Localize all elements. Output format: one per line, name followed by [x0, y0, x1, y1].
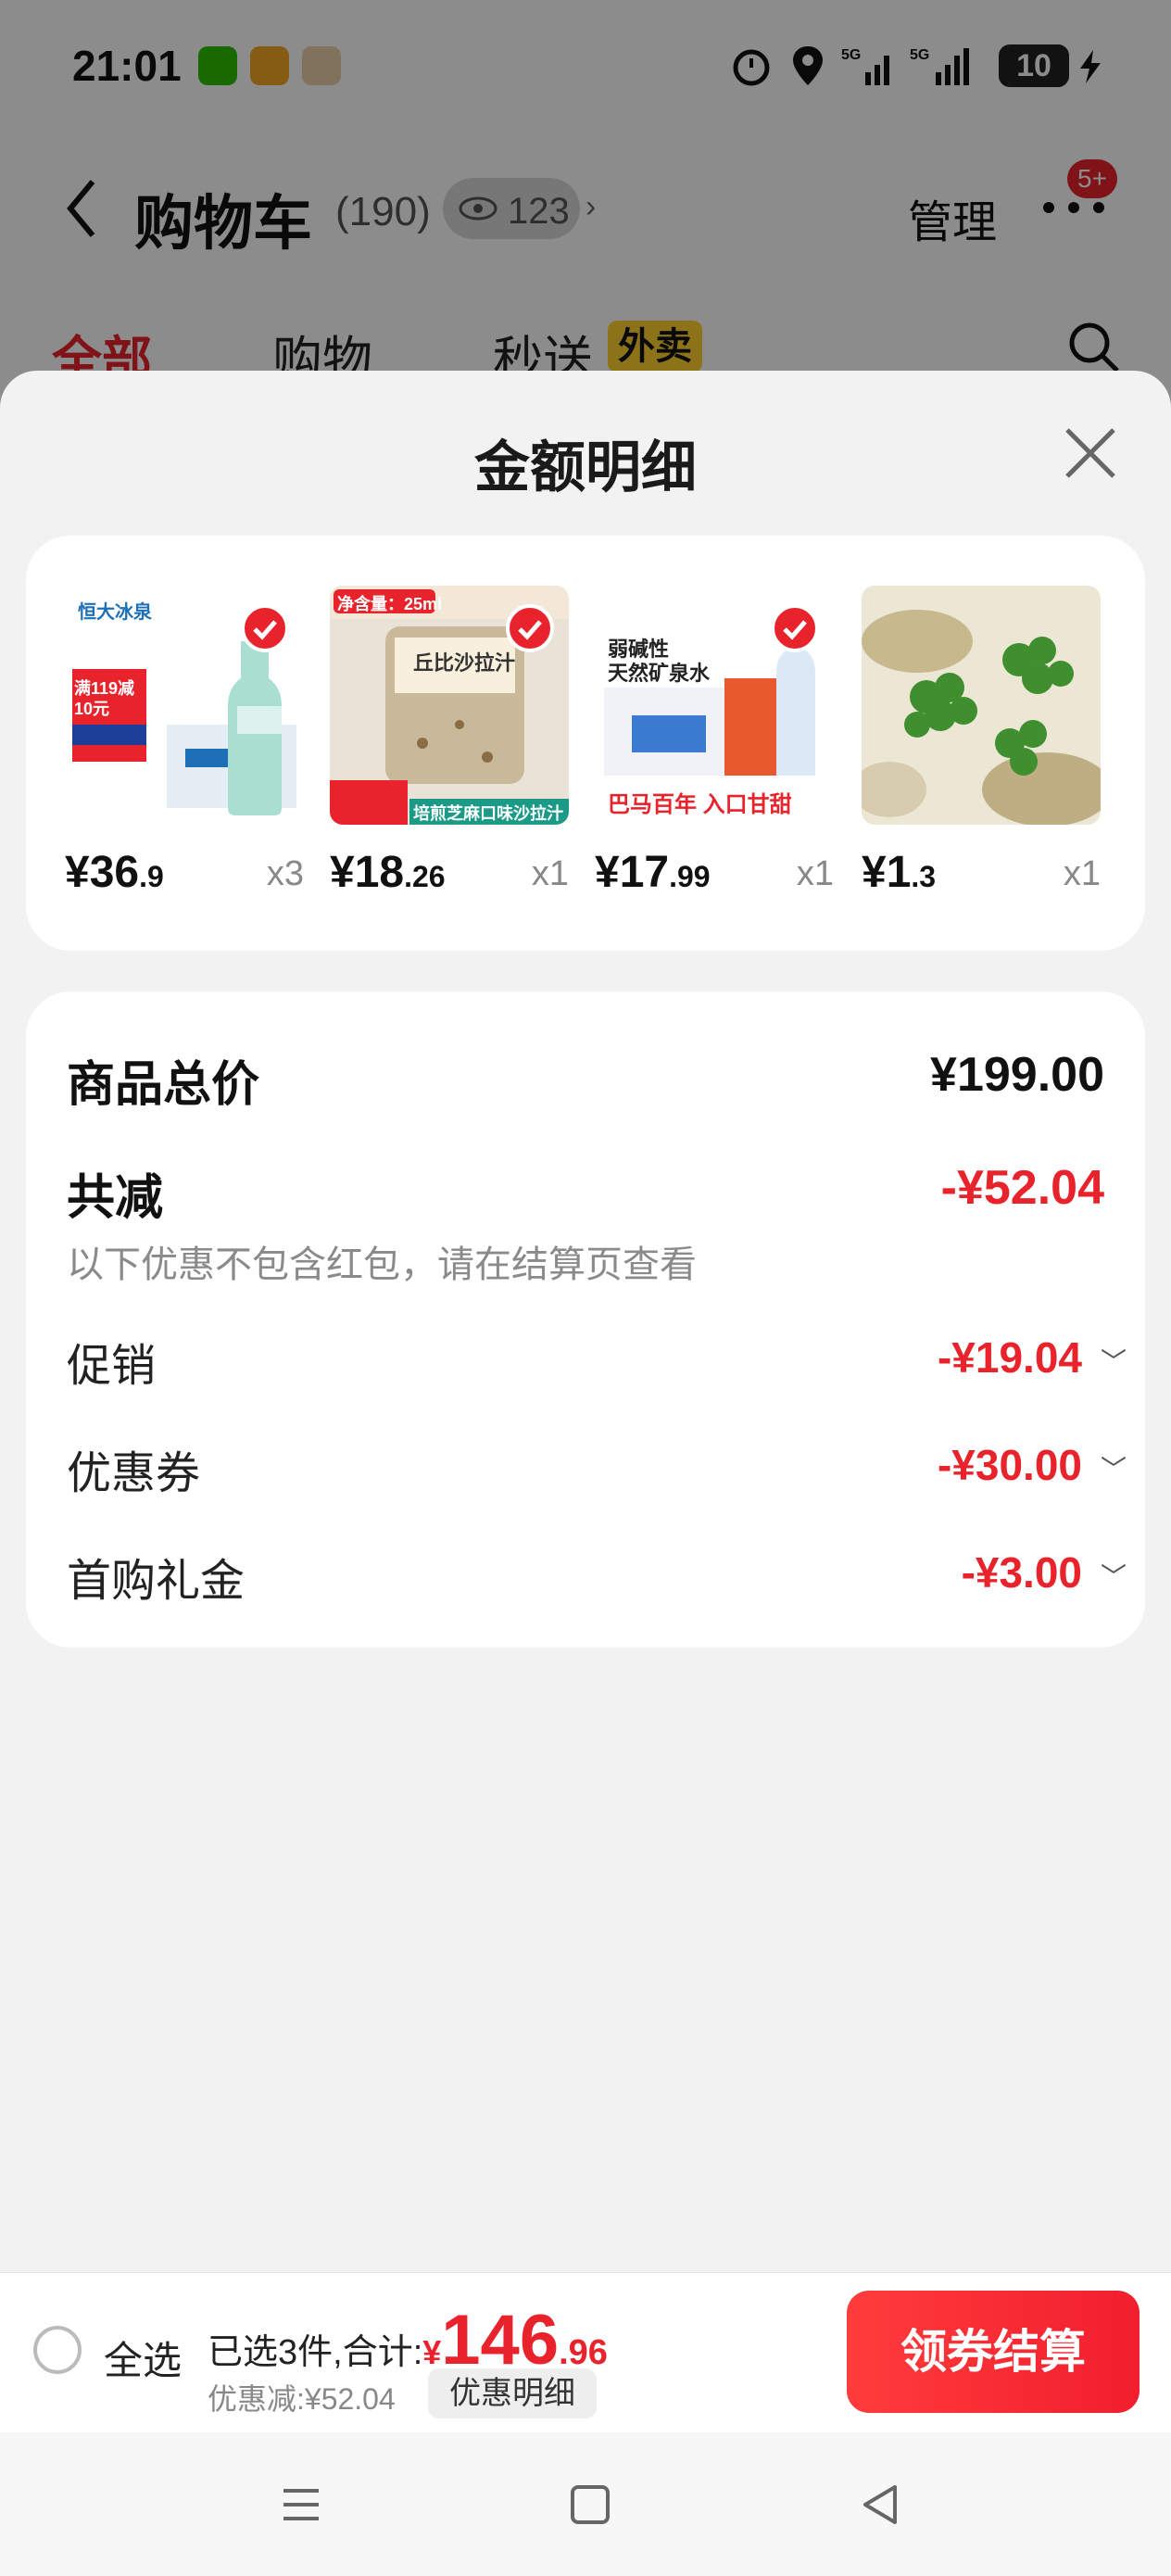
total-price-label: 商品总价 — [67, 1058, 260, 1112]
product-image — [862, 586, 1101, 825]
discount-note: 以下优惠不包含红包，请在结算页查看 — [67, 1244, 697, 1285]
total-decimal: .96 — [559, 2333, 608, 2372]
selected-check-icon — [771, 604, 819, 652]
product-image-title: 丘比沙拉汁 — [413, 651, 516, 675]
home-icon[interactable] — [569, 2483, 611, 2526]
chevron-down-icon: ﹀ — [1100, 1455, 1127, 1484]
discount-label: 共减 — [67, 1171, 164, 1225]
product-image-text: 净含量：25ml — [337, 595, 443, 613]
select-all-label[interactable]: 全选 — [104, 2330, 182, 2386]
product-quantity: x3 — [266, 854, 304, 893]
product-price: ¥1.3 — [862, 847, 936, 898]
product-image-line-1: 弱碱性 — [608, 638, 670, 661]
product-quantity: x1 — [531, 854, 569, 893]
back-nav-icon[interactable] — [858, 2481, 900, 2528]
price-integer: 18 — [354, 848, 405, 897]
discount-row-value: -¥19.04 — [937, 1333, 1082, 1382]
select-all-radio[interactable] — [33, 2326, 82, 2374]
sheet-title: 金额明细 — [474, 436, 697, 499]
chevron-down-icon: ﹀ — [1100, 1562, 1127, 1591]
close-icon[interactable] — [1064, 426, 1117, 480]
price-integer: 1 — [886, 848, 912, 897]
product-price: ¥18.26 — [330, 847, 446, 898]
product-image-line-2: 天然矿泉水 — [608, 662, 711, 685]
currency-symbol: ¥ — [65, 848, 90, 897]
chevron-down-icon: ﹀ — [1100, 1347, 1127, 1376]
discount-row-value: -¥3.00 — [961, 1548, 1082, 1597]
product-image: 净含量：25ml 丘比沙拉汁 培煎芝麻口味沙拉汁 — [330, 586, 569, 825]
product-image: 恒大冰泉 满119减10元 — [65, 586, 304, 825]
discount-detail-button[interactable]: 优惠明细 — [428, 2368, 597, 2418]
discount-row-value: -¥30.00 — [937, 1441, 1082, 1489]
product-image-subtitle: 培煎芝麻口味沙拉汁 — [413, 804, 563, 823]
total-price-value: ¥199.00 — [930, 1048, 1104, 1102]
price-decimal: .26 — [404, 860, 446, 893]
product-image-text: 恒大冰泉 — [78, 602, 152, 623]
product-image: 弱碱性 天然矿泉水 巴马百年 入口甘甜 — [595, 586, 834, 825]
currency-symbol: ¥ — [862, 848, 887, 897]
currency-symbol: ¥ — [422, 2333, 442, 2371]
discount-value: -¥52.04 — [940, 1161, 1104, 1215]
selected-text: 已选3件,合计: — [208, 2333, 423, 2372]
price-decimal: .99 — [669, 860, 711, 893]
product-price: ¥36.9 — [65, 847, 164, 898]
product-quantity: x1 — [1063, 854, 1101, 893]
currency-symbol: ¥ — [595, 848, 620, 897]
discount-summary: 优惠减:¥52.04 — [208, 2382, 396, 2416]
selected-check-icon — [241, 604, 289, 652]
checkout-button[interactable]: 领券结算 — [847, 2291, 1140, 2413]
product-quantity: x1 — [796, 854, 834, 893]
dim-overlay — [0, 0, 1171, 408]
product-image-promo: 满119减10元 — [74, 679, 135, 718]
selected-check-icon — [506, 604, 554, 652]
product-image-slogan: 巴马百年 入口甘甜 — [608, 792, 792, 817]
price-integer: 36 — [89, 848, 140, 897]
discount-row-label: 促销 — [67, 1342, 157, 1391]
menu-icon[interactable] — [280, 2483, 322, 2526]
price-integer: 17 — [619, 848, 670, 897]
price-decimal: .9 — [139, 860, 164, 893]
discount-row-label: 优惠券 — [67, 1449, 201, 1498]
product-price: ¥17.99 — [595, 847, 711, 898]
product-image-text: 弱碱性 天然矿泉水 — [608, 638, 710, 686]
currency-symbol: ¥ — [330, 848, 355, 897]
price-decimal: .3 — [911, 860, 937, 893]
discount-row-label: 首购礼金 — [67, 1557, 246, 1606]
